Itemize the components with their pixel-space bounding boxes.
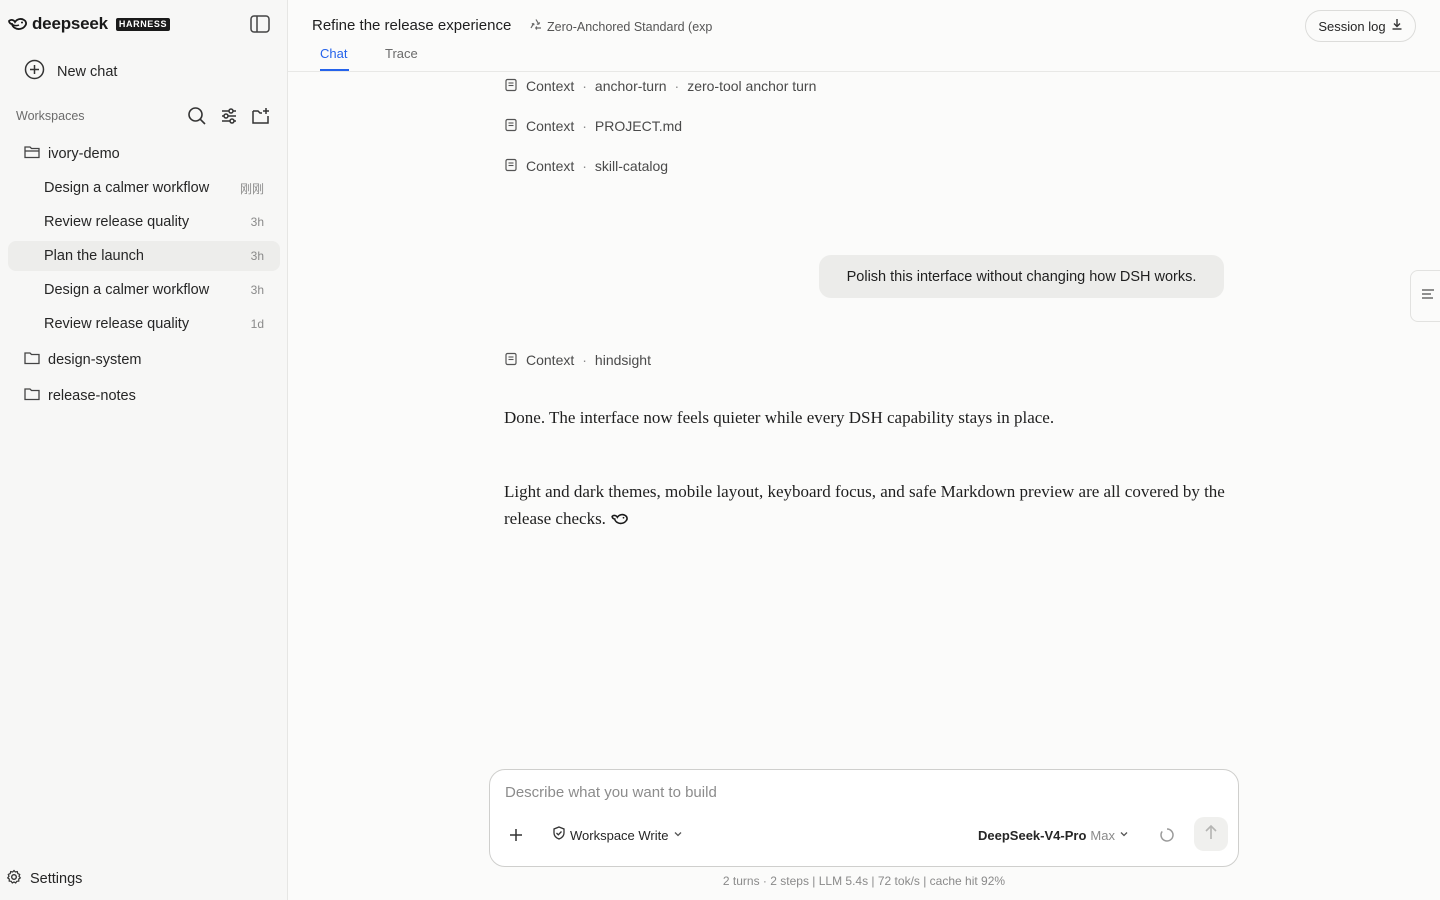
workspaces-title: Workspaces <box>16 109 85 123</box>
workspace-release-notes[interactable]: release-notes <box>8 381 280 411</box>
prompt-input[interactable] <box>505 784 1205 801</box>
brand-logo[interactable]: deepseek HARNESS <box>8 14 171 34</box>
chat-title: Review release quality <box>44 214 190 230</box>
sidebar-toggle-icon[interactable] <box>249 14 271 34</box>
model-select[interactable]: DeepSeek-V4-Pro Max <box>978 824 1129 846</box>
active-tab-indicator <box>320 69 349 71</box>
permission-mode-label: Workspace Write <box>570 827 669 843</box>
chat-title: Design a calmer workflow <box>44 180 210 196</box>
workspace-label: ivory-demo <box>48 146 120 162</box>
document-icon <box>504 78 518 95</box>
search-icon[interactable] <box>186 105 208 127</box>
filter-sliders-icon[interactable] <box>218 105 240 127</box>
new-chat-label: New chat <box>57 64 118 80</box>
document-icon <box>504 118 518 135</box>
tab-chat[interactable]: Chat <box>320 46 347 61</box>
chat-title: Plan the launch <box>44 248 144 264</box>
plus-circle-icon <box>24 59 45 85</box>
workspace-design-system[interactable]: design-system <box>8 345 280 375</box>
context-item[interactable]: Context · skill-catalog <box>504 156 668 176</box>
chat-item[interactable]: Design a calmer workflow 刚刚 <box>8 173 280 203</box>
workspace-label: release-notes <box>48 388 136 404</box>
effort-label: Max <box>1090 827 1115 843</box>
sidebar: deepseek HARNESS New chat Workspaces ivo… <box>0 0 288 900</box>
chat-time: 3h <box>250 249 264 263</box>
gear-icon <box>6 869 22 890</box>
permission-mode-select[interactable]: Workspace Write <box>552 824 683 846</box>
download-icon <box>1391 17 1403 35</box>
chat-title: Design a calmer workflow <box>44 282 210 298</box>
folder-open-icon <box>24 145 40 164</box>
context-label: Context <box>526 352 575 368</box>
workspace-label: design-system <box>48 352 142 368</box>
chat-time: 1d <box>250 317 264 331</box>
context-item[interactable]: Context · hindsight <box>504 350 651 370</box>
context-item[interactable]: Context · anchor-turn · zero-tool anchor… <box>504 76 816 96</box>
folder-icon <box>24 351 40 370</box>
context-detail: anchor-turn <box>594 78 667 94</box>
workspace-ivory-demo[interactable]: ivory-demo <box>8 139 280 169</box>
new-chat-button[interactable]: New chat <box>12 58 276 86</box>
chat-item[interactable]: Design a calmer workflow 3h <box>8 275 280 305</box>
context-item[interactable]: Context · PROJECT.md <box>504 116 682 136</box>
new-folder-icon[interactable] <box>250 105 272 127</box>
brand-wordmark: deepseek <box>32 14 108 33</box>
model-label: DeepSeek-V4-Pro <box>978 827 1087 843</box>
context-label: Context <box>526 118 575 134</box>
document-icon <box>504 158 518 175</box>
context-detail: hindsight <box>594 352 651 368</box>
composer: Workspace Write DeepSeek-V4-Pro Max <box>489 769 1239 867</box>
standard-badge[interactable]: Zero-Anchored Standard (exp <box>529 17 713 37</box>
assistant-paragraph: Light and dark themes, mobile layout, ke… <box>504 478 1234 534</box>
chat-title: Review release quality <box>44 316 190 332</box>
whale-logo-icon <box>8 16 28 32</box>
session-log-button[interactable]: Session log <box>1305 10 1416 42</box>
send-button[interactable] <box>1194 817 1228 851</box>
document-icon <box>504 352 518 369</box>
chat-item[interactable]: Review release quality 3h <box>8 207 280 237</box>
folder-icon <box>24 387 40 406</box>
tab-trace[interactable]: Trace <box>385 46 418 61</box>
whale-icon <box>610 507 630 534</box>
recycle-icon <box>529 18 543 37</box>
context-detail: zero-tool anchor turn <box>687 78 817 94</box>
chat-time: 3h <box>250 283 264 297</box>
context-detail: PROJECT.md <box>594 118 683 134</box>
chat-item-active[interactable]: Plan the launch 3h <box>8 241 280 271</box>
settings-button[interactable]: Settings <box>6 866 82 892</box>
user-message-bubble: Polish this interface without changing h… <box>819 255 1224 298</box>
context-detail: skill-catalog <box>594 158 669 174</box>
outline-toggle-button[interactable] <box>1410 270 1440 322</box>
chat-time: 刚刚 <box>239 181 264 196</box>
loading-spinner-icon <box>1159 827 1175 843</box>
top-header: Refine the release experience Zero-Ancho… <box>288 0 1440 72</box>
session-log-label: Session log <box>1318 18 1386 34</box>
context-label: Context <box>526 78 575 94</box>
chat-item[interactable]: Review release quality 1d <box>8 309 280 339</box>
attach-plus-icon[interactable] <box>506 825 526 845</box>
chevron-down-icon <box>673 826 683 844</box>
chat-time: 3h <box>250 215 264 229</box>
arrow-up-icon <box>1204 824 1218 845</box>
chevron-down-icon <box>1119 826 1129 844</box>
workspaces-header: Workspaces <box>16 104 272 128</box>
standard-label: Zero-Anchored Standard (exp <box>547 20 713 34</box>
context-label: Context <box>526 158 575 174</box>
session-stats: 2 turns · 2 steps | LLM 5.4s | 72 tok/s … <box>722 874 1006 888</box>
harness-badge: HARNESS <box>115 17 171 31</box>
page-title: Refine the release experience <box>312 17 512 34</box>
outline-lines-icon <box>1421 287 1435 305</box>
shield-icon <box>552 825 566 845</box>
settings-label: Settings <box>30 871 83 887</box>
assistant-paragraph: Done. The interface now feels quieter wh… <box>504 408 1055 427</box>
